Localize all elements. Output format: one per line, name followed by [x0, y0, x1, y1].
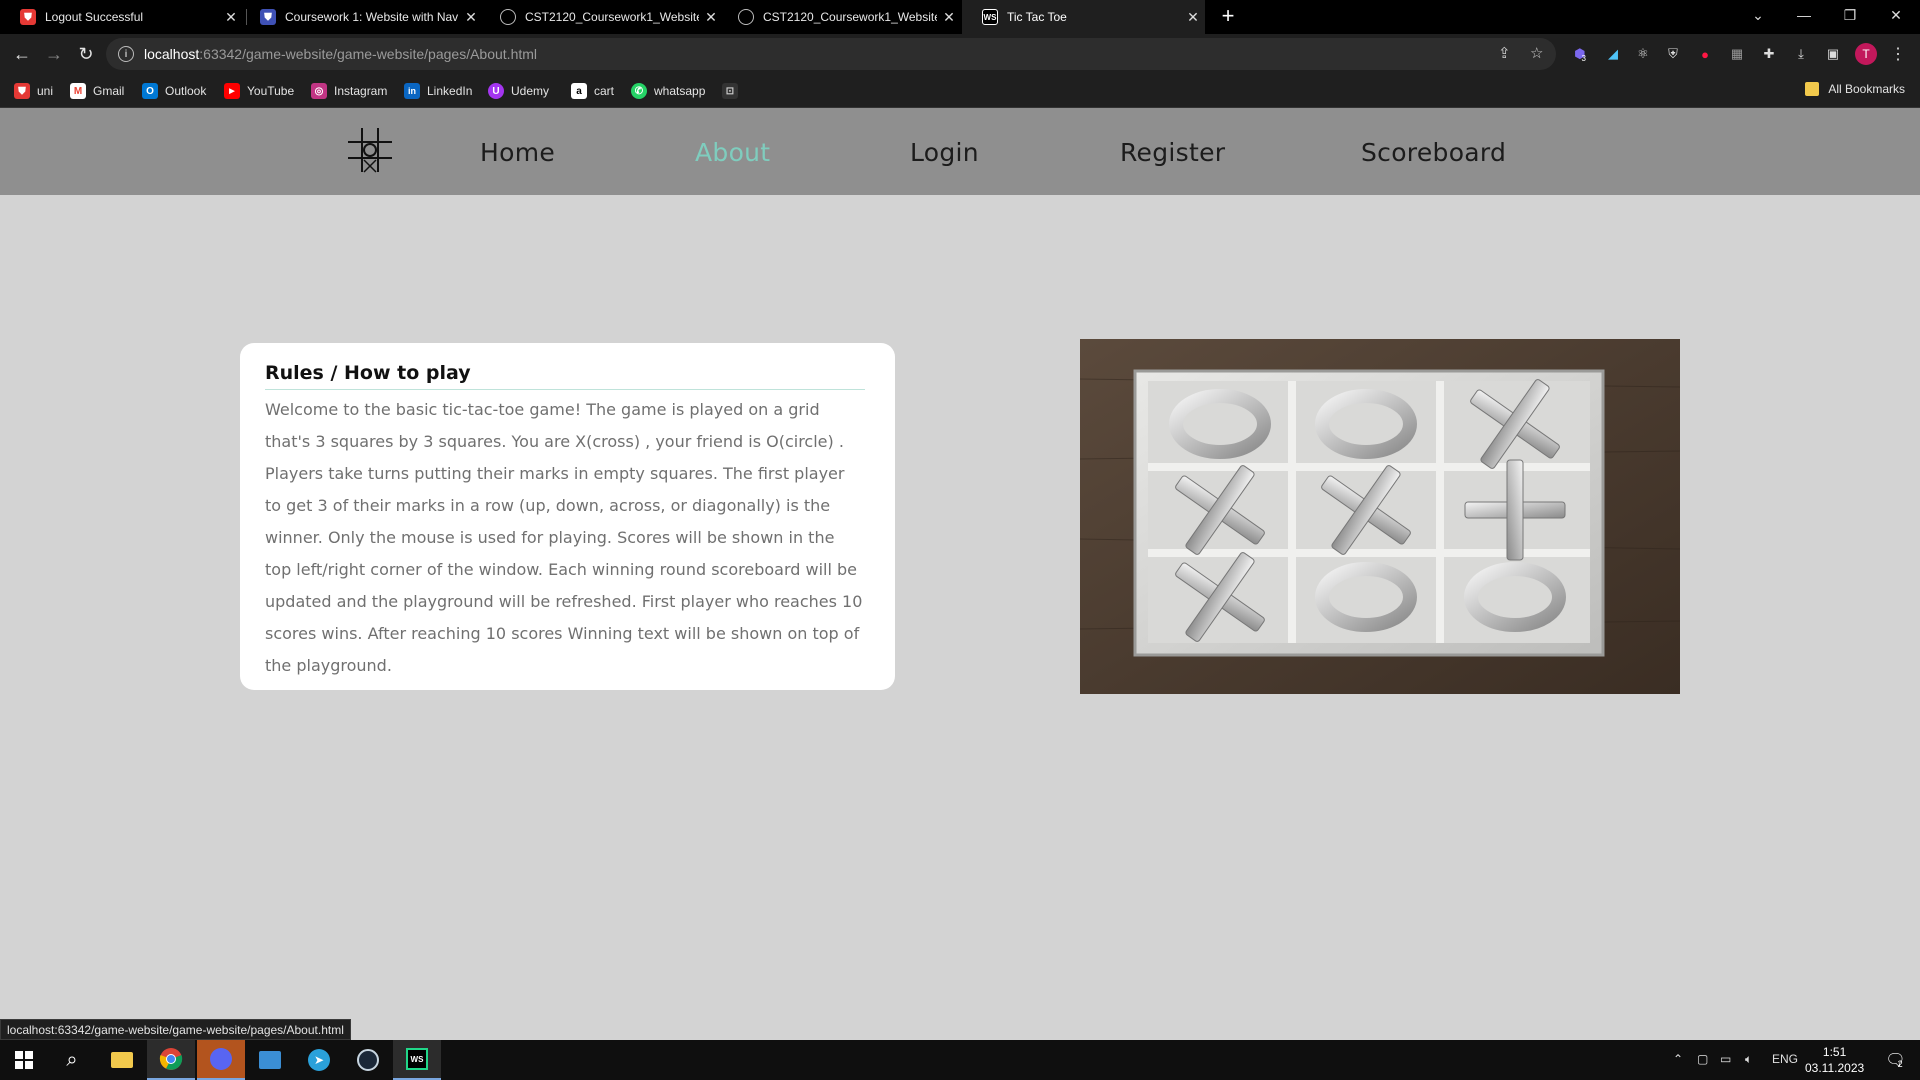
bookmark-item[interactable]: ▶ YouTube — [224, 82, 294, 100]
bookmarks-bar: ⛊ uni M Gmail O Outlook ▶ YouTube ◎ Instagram… — [0, 74, 1920, 108]
avatar[interactable]: T — [1855, 43, 1877, 65]
clock[interactable]: 1:51 03.11.2023 — [1805, 1044, 1864, 1076]
browser-toolbar: ← → ↻ i localhost:63342/game-website/gam… — [0, 34, 1920, 74]
bookmark-item[interactable]: ⛊ uni — [14, 82, 53, 100]
globe-icon — [738, 9, 754, 25]
bookmark-item[interactable]: in LinkedIn — [404, 82, 472, 100]
site-info-icon[interactable]: i — [118, 46, 134, 62]
telegram-icon[interactable]: ➤ — [295, 1040, 343, 1080]
all-bookmarks-button[interactable]: All Bookmarks — [1805, 82, 1905, 96]
bookmark-item[interactable]: ⊡ — [722, 82, 745, 100]
nav-register-link[interactable]: Register — [1120, 138, 1225, 167]
back-icon[interactable]: ← — [8, 40, 36, 68]
tab-4[interactable]: WS Tic Tac Toe ✕ — [962, 0, 1205, 34]
tab-title: Coursework 1: Website with Nav — [285, 10, 459, 24]
nav-scoreboard-link[interactable]: Scoreboard — [1361, 138, 1506, 167]
status-bar-url: localhost:63342/game-website/game-websit… — [0, 1019, 351, 1040]
bookmark-item[interactable]: O Outlook — [142, 82, 206, 100]
restore-icon[interactable]: ❐ — [1827, 0, 1873, 30]
rules-card: Rules / How to play Welcome to the basic… — [240, 343, 895, 690]
shield-icon: ⛊ — [14, 83, 30, 99]
address-bar[interactable]: i localhost:63342/game-website/game-webs… — [106, 38, 1556, 70]
bookmark-item[interactable]: U Udemy — [488, 82, 549, 100]
tab-title: Logout Successful — [45, 10, 144, 24]
camera-icon[interactable]: ▢ — [1697, 1052, 1708, 1066]
puzzle-icon[interactable]: ✚ — [1759, 44, 1779, 64]
shield-icon: ⛊ — [260, 9, 276, 25]
bookmark-item[interactable]: M Gmail — [70, 82, 124, 100]
search-icon[interactable]: ⌕ — [48, 1040, 96, 1080]
amazon-icon: a — [571, 83, 587, 99]
tab-2[interactable]: CST2120_Coursework1_Website ✕ — [480, 0, 723, 34]
tab-strip: ⛊ Logout Successful ✕ ⛊ Coursework 1: We… — [0, 0, 1920, 34]
ws-icon: WS — [982, 9, 998, 25]
site-navbar: Home About Login Register Scoreboard — [0, 108, 1920, 195]
extension-icon[interactable]: ⬢ 3 — [1570, 44, 1590, 64]
tab-title: Tic Tac Toe — [1007, 10, 1067, 24]
reload-icon[interactable]: ↻ — [72, 40, 100, 68]
youtube-icon: ▶ — [224, 83, 240, 99]
taskbar: ⌕ ➤ WS ⌃ ▢ ▭ 🔈︎ ENG 1:51 03.11.2023 🗨︎ 2 — [0, 1040, 1920, 1080]
linkedin-icon: in — [404, 83, 420, 99]
new-tab-button[interactable]: + — [1214, 2, 1242, 30]
bookmark-item[interactable]: a cart — [571, 82, 614, 100]
network-icon[interactable]: ▭ — [1720, 1052, 1731, 1066]
download-icon[interactable]: ⤓ — [1791, 44, 1811, 64]
app-icon[interactable] — [246, 1040, 294, 1080]
minimize-icon[interactable]: — — [1781, 0, 1827, 30]
language-indicator[interactable]: ENG — [1772, 1052, 1798, 1066]
discord-icon[interactable] — [197, 1040, 245, 1080]
side-panel-icon[interactable]: ▣ — [1823, 44, 1843, 64]
folder-icon — [1805, 82, 1820, 96]
tab-search-icon[interactable]: ⌄ — [1735, 0, 1781, 30]
shield-extension-icon[interactable]: ⛨ — [1663, 44, 1683, 64]
forward-icon[interactable]: → — [40, 40, 68, 68]
rules-title: Rules / How to play — [265, 362, 865, 390]
file-explorer-icon[interactable] — [98, 1040, 146, 1080]
url-text: localhost:63342/game-website/game-websit… — [144, 46, 538, 62]
close-icon[interactable]: ✕ — [937, 9, 961, 26]
tic-tac-toe-logo[interactable] — [346, 126, 394, 174]
rules-text: Welcome to the basic tic-tac-toe game! T… — [265, 400, 863, 675]
tab-1[interactable]: ⛊ Coursework 1: Website with Nav ✕ — [240, 0, 483, 34]
notification-icon[interactable]: 🗨︎ 2 — [1870, 1040, 1918, 1080]
globe-icon — [500, 9, 516, 25]
steam-icon[interactable] — [344, 1040, 392, 1080]
outlook-icon: O — [142, 83, 158, 99]
react-icon[interactable]: ⚛ — [1633, 44, 1653, 64]
nav-home-link[interactable]: Home — [480, 138, 555, 167]
close-icon[interactable]: ✕ — [1181, 9, 1205, 26]
page-viewport: Home About Login Register Scoreboard Rul… — [0, 108, 1920, 1040]
nav-login-link[interactable]: Login — [910, 138, 979, 167]
extension-icon[interactable]: ◢ — [1603, 44, 1623, 64]
bookmark-item[interactable]: ✆ whatsapp — [631, 82, 705, 100]
udemy-icon: U — [488, 83, 504, 99]
bookmark-item[interactable]: ◎ Instagram — [311, 82, 387, 100]
instagram-icon: ◎ — [311, 83, 327, 99]
star-icon[interactable]: ☆ — [1530, 44, 1543, 62]
shield-icon: ⛊ — [20, 9, 36, 25]
tab-0[interactable]: ⛊ Logout Successful ✕ — [0, 0, 243, 34]
tic-tac-toe-board-image — [1080, 339, 1680, 694]
bookmark-page-icon: ⊡ — [722, 83, 738, 99]
share-icon[interactable]: ⇪ — [1498, 44, 1511, 62]
windows-start-icon[interactable] — [0, 1040, 48, 1080]
nav-about-link[interactable]: About — [695, 138, 770, 167]
tab-title: CST2120_Coursework1_Website — [525, 10, 699, 24]
webstorm-icon[interactable]: WS — [393, 1040, 441, 1080]
chevron-up-icon[interactable]: ⌃ — [1673, 1052, 1683, 1066]
chrome-icon[interactable] — [147, 1040, 195, 1080]
extension-icon[interactable]: ● — [1695, 44, 1715, 64]
extension-icon[interactable]: ▦ — [1727, 44, 1747, 64]
tab-3[interactable]: CST2120_Coursework1_Website ✕ — [718, 0, 961, 34]
whatsapp-icon: ✆ — [631, 83, 647, 99]
menu-icon[interactable]: ⋮ — [1888, 44, 1908, 64]
close-window-icon[interactable]: ✕ — [1873, 0, 1919, 30]
volume-icon[interactable]: 🔈︎ — [1745, 1052, 1752, 1067]
tab-title: CST2120_Coursework1_Website — [763, 10, 937, 24]
gmail-icon: M — [70, 83, 86, 99]
